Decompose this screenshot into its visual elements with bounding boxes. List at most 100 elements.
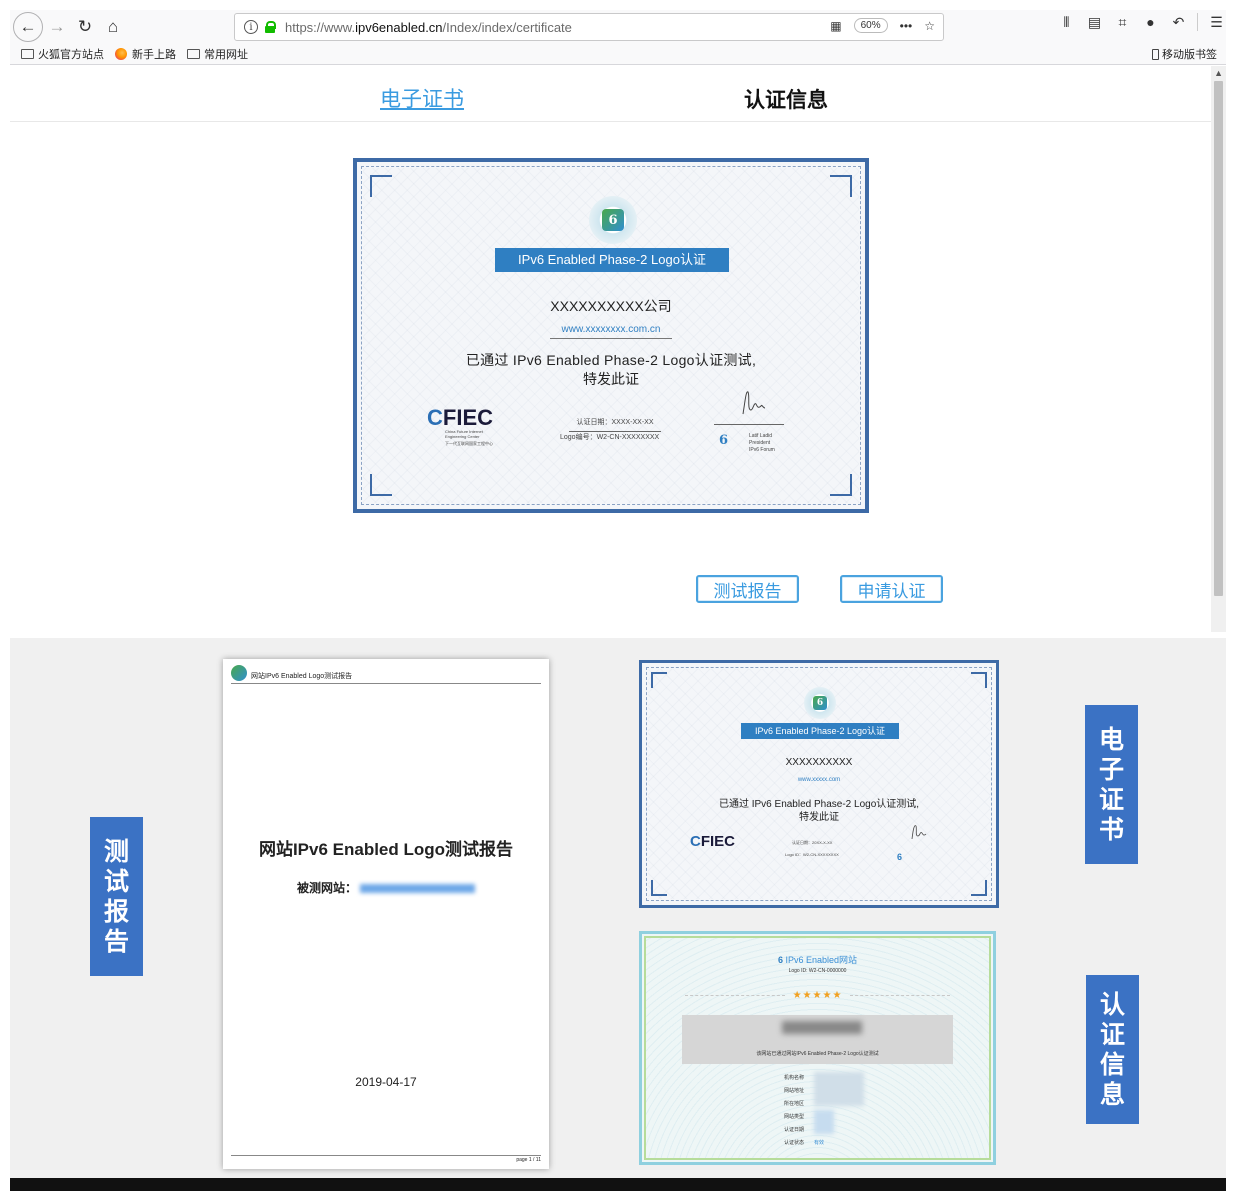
- page-tabs: 电子证书 认证信息: [10, 66, 1211, 122]
- scroll-up-arrow-icon[interactable]: ▲: [1214, 68, 1223, 78]
- corner-ornament: [971, 880, 987, 896]
- undo-icon[interactable]: ↶: [1169, 14, 1188, 31]
- url-bar[interactable]: i https://www.ipv6enabled.cn/Index/index…: [234, 13, 944, 41]
- reload-button[interactable]: ↻: [71, 13, 99, 41]
- bookmark-item[interactable]: 火狐官方站点: [21, 46, 104, 62]
- card-logo-id: Logo ID: W2-CN-0000000: [788, 968, 847, 974]
- blurred-url: [360, 884, 475, 894]
- certificate: 6 IPv6 Enabled Phase-2 Logo认证 XXXXXXXXXX…: [353, 158, 869, 513]
- label-char: 证: [1098, 785, 1124, 814]
- ipv6-forum-logo-icon: 6: [719, 433, 729, 448]
- bookmarks-bar: 火狐官方站点 新手上路 常用网址 移动版书签: [10, 44, 1226, 65]
- fiec-logo: CFIEC: [427, 405, 494, 430]
- chat-icon[interactable]: ●: [1141, 14, 1160, 30]
- info-icon[interactable]: i: [244, 20, 258, 34]
- signer-name: Latif Ladid: [749, 433, 773, 439]
- menu-icon[interactable]: ☰: [1207, 14, 1226, 31]
- label-char: 息: [1099, 1080, 1125, 1109]
- ribbon-text: IPv6 Enabled Phase-2 Logo认证: [518, 252, 706, 267]
- lock-icon[interactable]: [265, 21, 276, 33]
- ipv6-forum-logo-icon: 6: [897, 852, 903, 862]
- fiec-subtitle: China Future Internet Engineering Center: [445, 429, 483, 439]
- page-viewport: 电子证书 认证信息 6 IPv6 Enabled Phase-2 Logo认证 …: [10, 66, 1226, 632]
- signature-line: [714, 424, 784, 425]
- url-prefix: https://www.: [285, 19, 356, 35]
- folder-icon: [187, 49, 200, 59]
- label-char: 信: [1099, 1050, 1125, 1079]
- corner-ornament: [971, 672, 987, 688]
- label-char: 试: [103, 867, 129, 896]
- forward-button[interactable]: →: [43, 13, 71, 41]
- certification-info-card: 6 IPv6 Enabled网站 Logo ID: W2-CN-0000000 …: [639, 931, 996, 1165]
- browser-toolbar: ← → ↻ ⌂ i https://www.ipv6enabled.cn/Ind…: [10, 10, 1226, 44]
- info-row-label: 网站类型: [784, 1114, 805, 1120]
- zoom-indicator[interactable]: 60%: [853, 18, 888, 33]
- report-header-text: 网站IPv6 Enabled Logo测试报告: [251, 673, 353, 680]
- company-name: XXXXXXXXXX公司: [550, 298, 672, 314]
- mobile-bookmarks[interactable]: 移动版书签: [1152, 46, 1217, 62]
- report-footer: page 1 / 11: [231, 1155, 541, 1163]
- statement-line1: 已通过 IPv6 Enabled Phase-2 Logo认证测试,: [465, 352, 757, 368]
- reload-icon: ↻: [77, 17, 93, 36]
- apply-certification-button[interactable]: 申请认证: [840, 575, 943, 603]
- qr-code-icon[interactable]: ▦: [830, 19, 841, 33]
- bookmark-item[interactable]: 常用网址: [187, 46, 248, 62]
- card-title: 6 IPv6 Enabled网站: [642, 953, 993, 966]
- signature: [908, 823, 934, 846]
- bookmark-item[interactable]: 新手上路: [115, 46, 176, 62]
- info-row-label: 认证状态: [784, 1140, 805, 1146]
- certificate-date: 认证日期：20XX-X-XX: [792, 840, 833, 845]
- label-char: 报: [103, 897, 129, 926]
- scrollbar-thumb[interactable]: [1214, 81, 1223, 596]
- scrollbar[interactable]: ▲: [1211, 66, 1226, 632]
- report-date: 2019-04-17: [355, 1075, 417, 1089]
- company-name: XXXXXXXXXX: [785, 757, 853, 768]
- bookmark-label: 火狐官方站点: [38, 49, 104, 61]
- signer-org: IPv6 Forum: [749, 447, 775, 453]
- corner-ornament: [651, 880, 667, 896]
- url-path: /Index/index/certificate: [442, 19, 572, 35]
- label-char: 认: [1099, 990, 1125, 1019]
- blurred-name: [782, 1021, 862, 1034]
- more-actions-icon[interactable]: •••: [900, 19, 913, 33]
- ipv6-logo-icon: [231, 665, 247, 681]
- corner-ornament: [370, 474, 392, 496]
- label-char: 子: [1098, 755, 1124, 784]
- reader-view-icon[interactable]: ▤: [1085, 14, 1104, 31]
- label-char: 告: [103, 927, 129, 956]
- statement-line2: 特发此证: [583, 371, 639, 387]
- corner-ornament: [651, 672, 667, 688]
- blurred-info: [814, 1072, 864, 1106]
- star-rating: ★★★★★: [642, 990, 993, 1001]
- signature: [737, 388, 777, 418]
- bookmark-star-icon[interactable]: ☆: [924, 19, 935, 33]
- label-char: 书: [1098, 815, 1124, 844]
- label-char: 证: [1099, 1020, 1125, 1049]
- fiec-logo-text: FIEC: [700, 833, 736, 850]
- label-cert-info: 认 证 信 息: [1086, 975, 1139, 1124]
- fiec-logo: CFIEC: [690, 833, 736, 850]
- tab-info[interactable]: 认证信息: [744, 84, 828, 114]
- bookmark-label: 新手上路: [132, 49, 176, 61]
- library-icon[interactable]: ⫴: [1057, 14, 1076, 31]
- home-button[interactable]: ⌂: [99, 13, 127, 41]
- arrow-left-icon: ←: [19, 17, 37, 36]
- home-icon: ⌂: [107, 17, 119, 36]
- label-char: 电: [1098, 725, 1124, 754]
- report-header: 网站IPv6 Enabled Logo测试报告: [231, 665, 541, 684]
- page-bottom-bar: [10, 1178, 1226, 1191]
- blurred-info: [814, 1110, 834, 1134]
- certificate-logo-number: Logo ID：W2-CN-XXXXXXXX: [785, 852, 839, 857]
- small-certificate: 6 IPv6 Enabled Phase-2 Logo认证 XXXXXXXXXX…: [639, 660, 999, 908]
- phone-icon: [1152, 48, 1159, 60]
- fiec-logo-text: FIEC: [442, 405, 494, 430]
- report-site: 被测网站：: [223, 879, 549, 896]
- back-button[interactable]: ←: [13, 12, 43, 42]
- screenshot-crop-icon[interactable]: ⌗: [1113, 14, 1132, 31]
- ipv6-emblem-icon: 6: [589, 196, 637, 244]
- website-text: www.xxxxxxxx.com.cn: [549, 324, 673, 339]
- url-text[interactable]: https://www.ipv6enabled.cn/Index/index/c…: [285, 20, 572, 35]
- test-report-button[interactable]: 测试报告: [696, 575, 799, 603]
- tab-certificate[interactable]: 电子证书: [380, 83, 464, 113]
- certificate-date: 认证日期：XXXX-XX-XX: [569, 417, 661, 432]
